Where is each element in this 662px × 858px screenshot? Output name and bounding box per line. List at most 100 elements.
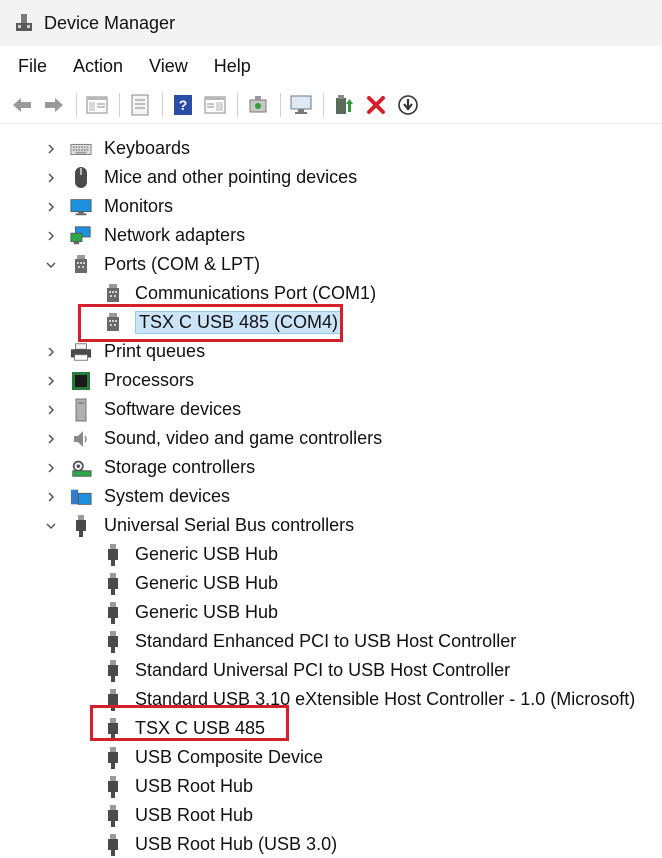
window-title: Device Manager xyxy=(44,12,176,33)
menu-action[interactable]: Action xyxy=(73,56,123,77)
tree-item-processors[interactable]: Processors xyxy=(0,366,662,395)
menu-file[interactable]: File xyxy=(18,56,47,77)
help-icon[interactable]: ? xyxy=(169,91,197,119)
tree-item-mice[interactable]: Mice and other pointing devices xyxy=(0,163,662,192)
tree-item-usb-device[interactable]: Standard Enhanced PCI to USB Host Contro… xyxy=(0,627,662,656)
tree-item-usb-device[interactable]: Generic USB Hub xyxy=(0,569,662,598)
chevron-right-icon[interactable] xyxy=(44,490,58,504)
toolbar-separator xyxy=(280,92,281,117)
tree-item-label: System devices xyxy=(104,486,231,506)
chevron-right-icon[interactable] xyxy=(44,432,58,446)
usb-icon xyxy=(102,746,124,769)
network-adapter-icon xyxy=(70,225,92,247)
software-device-icon xyxy=(70,398,92,421)
chevron-right-icon[interactable] xyxy=(44,374,58,388)
tree-item-label: Ports (COM & LPT) xyxy=(104,254,261,274)
forward-arrow-icon[interactable] xyxy=(40,91,68,119)
update-driver-icon[interactable] xyxy=(330,91,358,119)
tree-item-label: Network adapters xyxy=(104,225,246,245)
scan-hardware-icon[interactable] xyxy=(244,91,272,119)
tree-item-software-devices[interactable]: Software devices xyxy=(0,395,662,424)
tree-item-usb-device[interactable]: Generic USB Hub xyxy=(0,540,662,569)
tree-item-usb-device[interactable]: USB Root Hub xyxy=(0,801,662,830)
tree-item-label: Software devices xyxy=(104,399,242,419)
tree-item-label: Generic USB Hub xyxy=(135,573,279,593)
port-icon xyxy=(70,254,92,276)
usb-icon xyxy=(102,572,124,595)
usb-icon xyxy=(102,833,124,856)
device-manager-icon xyxy=(16,14,32,31)
tree-item-keyboards[interactable]: Keyboards xyxy=(0,134,662,163)
tree-item-usb-device[interactable]: USB Root Hub xyxy=(0,772,662,801)
mouse-icon xyxy=(70,166,92,189)
menu-help[interactable]: Help xyxy=(214,56,251,77)
usb-icon xyxy=(102,659,124,682)
view-details-icon[interactable] xyxy=(201,91,229,119)
tree-item-network-adapters[interactable]: Network adapters xyxy=(0,221,662,250)
toolbar-separator xyxy=(323,92,324,117)
storage-controller-icon xyxy=(70,457,92,479)
usb-icon xyxy=(102,601,124,624)
highlight-box-usb-tsx xyxy=(90,705,289,741)
tree-item-label: Communications Port (COM1) xyxy=(135,283,377,303)
tree-item-label: Generic USB Hub xyxy=(135,602,279,622)
chevron-right-icon[interactable] xyxy=(44,142,58,156)
tree-item-storage-controllers[interactable]: Storage controllers xyxy=(0,453,662,482)
uninstall-icon[interactable] xyxy=(362,91,390,119)
chevron-right-icon[interactable] xyxy=(44,461,58,475)
properties-icon[interactable] xyxy=(126,91,154,119)
toolbar-separator xyxy=(162,92,163,117)
tree-item-label: Processors xyxy=(104,370,195,390)
chevron-right-icon[interactable] xyxy=(44,345,58,359)
back-arrow-icon[interactable] xyxy=(8,91,36,119)
processor-icon xyxy=(70,370,92,392)
title-bar: Device Manager xyxy=(0,0,662,46)
chevron-right-icon[interactable] xyxy=(44,171,58,185)
download-icon[interactable] xyxy=(394,91,422,119)
tree-item-system-devices[interactable]: System devices xyxy=(0,482,662,511)
tree-item-monitors[interactable]: Monitors xyxy=(0,192,662,221)
tree-item-label: Mice and other pointing devices xyxy=(104,167,358,187)
tree-item-ports[interactable]: Ports (COM & LPT) xyxy=(0,250,662,279)
tree-item-label: USB Root Hub xyxy=(135,805,254,825)
tree-item-label: Standard Universal PCI to USB Host Contr… xyxy=(135,660,511,680)
highlight-box-com4 xyxy=(78,304,343,342)
tree-item-usb-controllers[interactable]: Universal Serial Bus controllers xyxy=(0,511,662,540)
menu-bar: File Action View Help xyxy=(0,50,662,82)
chevron-right-icon[interactable] xyxy=(44,403,58,417)
monitor-icon[interactable] xyxy=(287,91,315,119)
toolbar-separator xyxy=(237,92,238,117)
tree-item-usb-device[interactable]: Standard Universal PCI to USB Host Contr… xyxy=(0,656,662,685)
tree-item-label: Monitors xyxy=(104,196,174,216)
port-icon xyxy=(102,283,124,305)
chevron-right-icon[interactable] xyxy=(44,229,58,243)
usb-icon xyxy=(102,630,124,653)
tree-item-label: Universal Serial Bus controllers xyxy=(104,515,355,535)
toolbar-separator xyxy=(76,92,77,117)
usb-icon xyxy=(102,804,124,827)
chevron-right-icon[interactable] xyxy=(44,200,58,214)
speaker-icon xyxy=(70,428,92,450)
tree-item-usb-device[interactable]: Generic USB Hub xyxy=(0,598,662,627)
tree-item-usb-device[interactable]: USB Composite Device xyxy=(0,743,662,772)
usb-icon xyxy=(102,543,124,566)
system-device-icon xyxy=(70,486,92,508)
keyboard-icon xyxy=(70,138,92,160)
menu-view[interactable]: View xyxy=(149,56,188,77)
tree-item-label: USB Composite Device xyxy=(135,747,324,767)
chevron-down-icon[interactable] xyxy=(44,258,58,272)
monitor-icon xyxy=(70,196,92,218)
usb-icon xyxy=(102,775,124,798)
tree-item-sound[interactable]: Sound, video and game controllers xyxy=(0,424,662,453)
tree-item-label: USB Root Hub (USB 3.0) xyxy=(135,834,338,854)
tree-item-label: Sound, video and game controllers xyxy=(104,428,383,448)
tree-item-label: Generic USB Hub xyxy=(135,544,279,564)
toolbar-separator xyxy=(119,92,120,117)
tree-item-label: USB Root Hub xyxy=(135,776,254,796)
show-hide-tree-icon[interactable] xyxy=(83,91,111,119)
tree-item-usb-device[interactable]: USB Root Hub (USB 3.0) xyxy=(0,830,662,858)
tree-item-label: Keyboards xyxy=(104,138,191,158)
chevron-down-icon[interactable] xyxy=(44,519,58,533)
tree-item-label: Storage controllers xyxy=(104,457,256,477)
tree-item-label: Standard Enhanced PCI to USB Host Contro… xyxy=(135,631,517,651)
